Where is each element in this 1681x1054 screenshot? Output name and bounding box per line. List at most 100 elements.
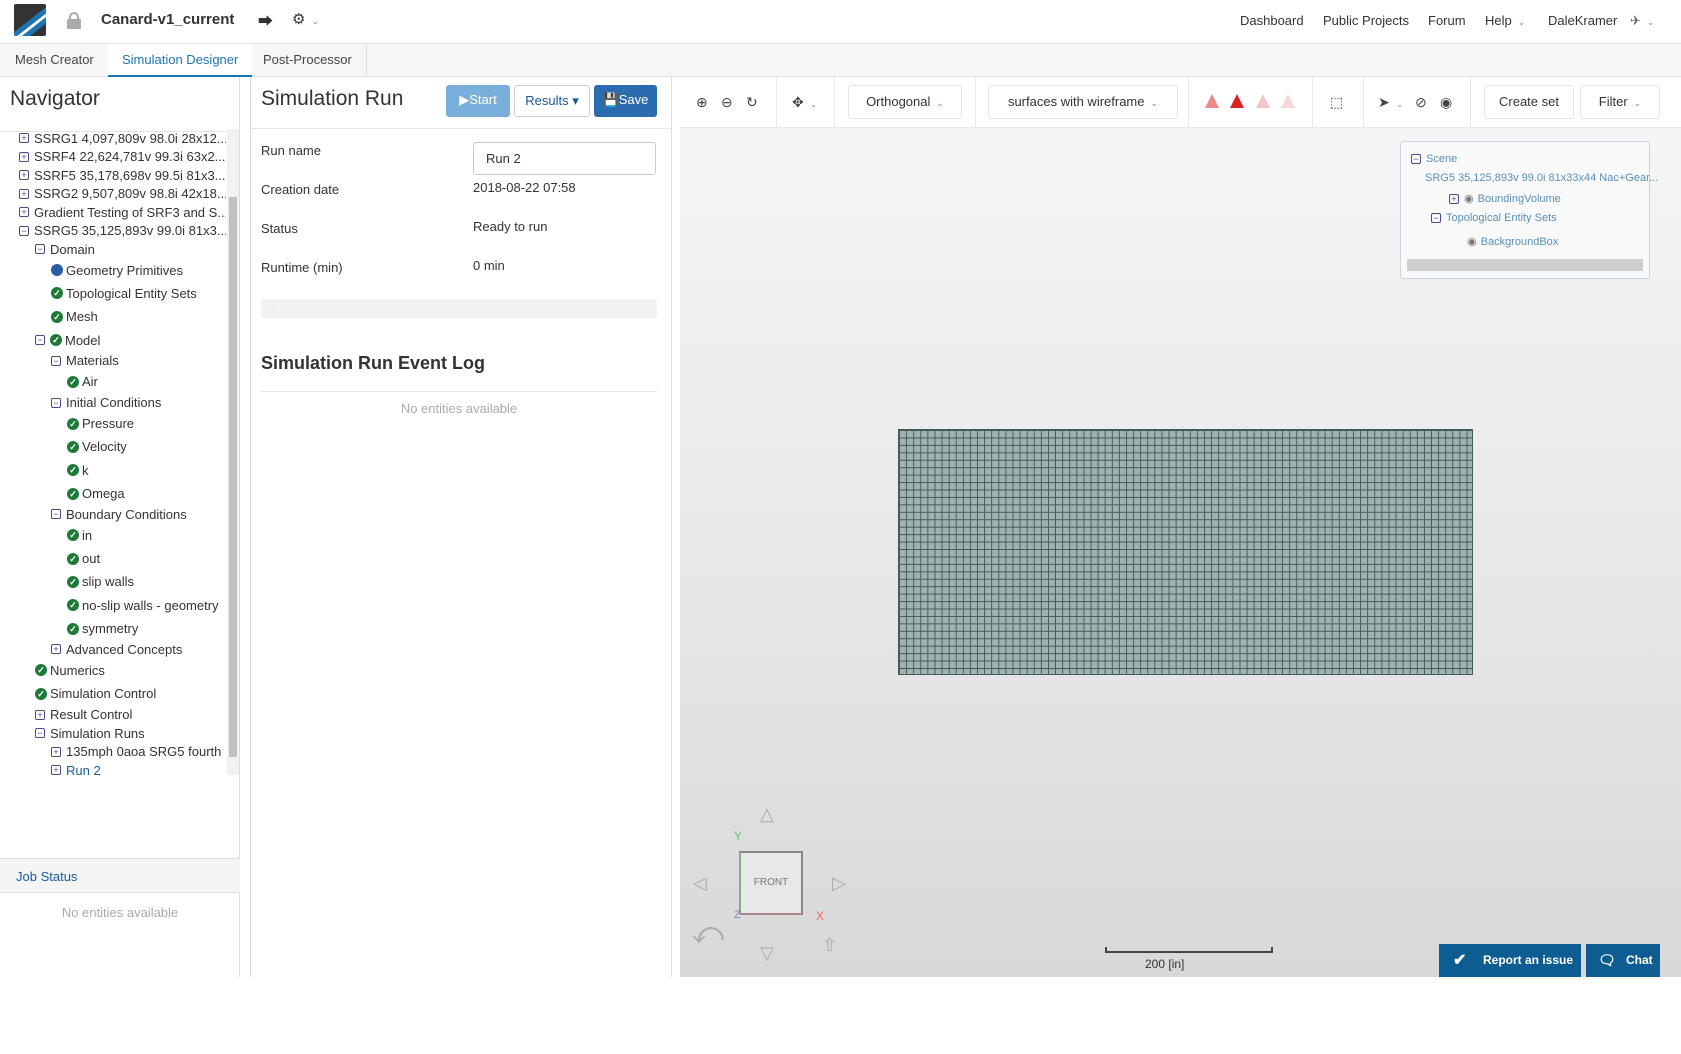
tree-item[interactable]: ✓ no-slip walls - geometry — [0, 594, 226, 617]
tree-scrollbar-thumb[interactable] — [229, 197, 237, 757]
expand-icon[interactable]: + — [19, 133, 29, 144]
box-select-icon[interactable]: ⬚ — [1330, 94, 1343, 111]
tree-item[interactable]: +135mph 0aoa SRG5 fourth — [0, 742, 226, 761]
reset-view-icon[interactable]: ↻ — [746, 94, 758, 111]
tab-simulation-designer[interactable]: Simulation Designer — [108, 44, 253, 77]
tree-item[interactable]: + SSRG2 9,507,809v 98.8i 42x18... — [0, 185, 226, 204]
app-logo[interactable] — [14, 4, 46, 36]
scene-bounding-volume[interactable]: + ◉ BoundingVolume — [1449, 192, 1561, 205]
collapse-icon[interactable]: − — [51, 355, 61, 366]
rotate-right-icon[interactable]: ▷ — [832, 873, 846, 894]
create-set-button[interactable]: Create set — [1484, 85, 1574, 119]
collapse-icon[interactable]: − — [51, 397, 61, 408]
rotate-left-icon[interactable]: ◁ — [693, 873, 707, 894]
expand-icon[interactable]: + — [19, 170, 29, 181]
scene-root[interactable]: − Scene — [1411, 153, 1457, 165]
home-view-icon[interactable]: ⇧ — [822, 935, 837, 956]
chat-button[interactable]: 🗨 Chat — [1586, 944, 1660, 977]
tree-item[interactable]: ✓ Mesh — [0, 305, 226, 328]
tree-item[interactable]: ✓ Simulation Control — [0, 682, 226, 705]
user-avatar-icon[interactable]: ✈ ⌄ — [1630, 13, 1654, 29]
tree-item[interactable]: ✓ k — [0, 459, 226, 482]
scene-horizontal-scrollbar[interactable] — [1407, 259, 1643, 271]
tree-item[interactable]: ✓ symmetry — [0, 617, 226, 640]
tree-item[interactable]: − Boundary Conditions — [0, 505, 226, 524]
scene-background-box[interactable]: ◉ BackgroundBox — [1467, 235, 1558, 249]
tree-item[interactable]: ✓ Topological Entity Sets — [0, 282, 226, 305]
expand-icon[interactable]: + — [19, 151, 29, 162]
collapse-icon[interactable]: − — [51, 509, 61, 520]
expand-icon[interactable]: + — [19, 207, 29, 218]
tree-item[interactable]: − Initial Conditions — [0, 393, 226, 412]
expand-icon[interactable]: + — [1449, 193, 1459, 204]
results-dropdown[interactable]: Results ▾ — [514, 85, 590, 117]
expand-icon[interactable]: + — [51, 765, 61, 775]
render-mode-dropdown[interactable]: surfaces with wireframe ⌄ — [988, 85, 1178, 119]
collapse-icon[interactable]: − — [35, 244, 45, 255]
view-cube[interactable]: FRONT — [739, 851, 803, 915]
3d-viewer[interactable]: ⊕ ⊖ ↻ ✥ ⌄ Orthogonal ⌄ surfaces with wiref… — [680, 77, 1681, 977]
rotate-down-icon[interactable]: ▽ — [760, 943, 774, 964]
rotate-around-icon[interactable]: ⤺ — [692, 917, 724, 951]
tab-post-processor[interactable]: Post-Processor — [249, 44, 367, 77]
zoom-out-icon[interactable]: ⊖ — [721, 94, 733, 111]
tree-item[interactable]: + SSRF4 22,624,781v 99.3i 63x2... — [0, 148, 226, 167]
show-points-icon[interactable] — [1281, 94, 1295, 108]
eye-icon[interactable]: ◉ — [1467, 235, 1477, 248]
tree-item[interactable]: ✓ Pressure — [0, 412, 226, 435]
tree-item[interactable]: ✓ Omega — [0, 482, 226, 505]
nav-user[interactable]: DaleKramer — [1548, 13, 1617, 28]
eye-icon[interactable]: ◉ — [1440, 94, 1452, 111]
start-button[interactable]: ▶Start — [446, 85, 510, 117]
rotate-up-icon[interactable]: △ — [760, 804, 774, 825]
tree-item[interactable]: + SSRF5 35,178,698v 99.5i 81x3... — [0, 166, 226, 185]
collapse-icon[interactable]: − — [35, 728, 45, 738]
pan-move-icon[interactable]: ✥ ⌄ — [792, 94, 817, 111]
tree-item[interactable]: ✓ slip walls — [0, 570, 226, 593]
expand-icon[interactable]: + — [19, 188, 29, 199]
collapse-icon[interactable]: − — [19, 225, 29, 236]
expand-icon[interactable]: + — [35, 709, 45, 720]
nav-forum[interactable]: Forum — [1428, 13, 1466, 28]
tree-item[interactable]: + Result Control — [0, 705, 226, 724]
tree-item[interactable]: − Simulation Runs — [0, 724, 226, 743]
tree-item[interactable]: − SSRG5 35,125,893v 99.0i 81x3... — [0, 222, 226, 241]
share-icon[interactable]: ⮕ — [258, 10, 273, 31]
tree-item[interactable]: + Run 2 — [0, 761, 226, 775]
scene-model[interactable]: SRG5 35,125,893v 99.0i 81x33x44 Nac+Gear… — [1425, 172, 1658, 184]
report-issue-button[interactable]: ✔ Report an issue — [1439, 944, 1581, 977]
cursor-select-icon[interactable]: ➤ ⌄ — [1378, 94, 1403, 111]
tree-item[interactable]: ✓ Air — [0, 370, 226, 393]
projection-dropdown[interactable]: Orthogonal ⌄ — [848, 85, 962, 119]
nav-help[interactable]: Help ⌄ — [1485, 13, 1525, 28]
scene-tes[interactable]: − Topological Entity Sets — [1431, 212, 1557, 224]
tree-item[interactable]: ✓ in — [0, 524, 226, 547]
gear-icon[interactable]: ⚙ ⌄ — [292, 10, 319, 28]
expand-icon[interactable]: + — [51, 644, 61, 655]
tree-item[interactable]: + SSRG1 4,097,809v 98.0i 28x12... — [0, 129, 226, 148]
collapse-icon[interactable]: − — [1431, 213, 1441, 223]
expand-icon[interactable]: + — [51, 746, 61, 757]
mesh-background-box[interactable] — [898, 429, 1473, 675]
tree-item[interactable]: − Domain — [0, 240, 226, 259]
hide-icon[interactable]: ⊘ — [1415, 94, 1427, 111]
tree-item[interactable]: + Gradient Testing of SRF3 and S... — [0, 203, 226, 222]
tree-item[interactable]: − ✓ Model — [0, 328, 226, 351]
tree-item[interactable]: ✓ Numerics — [0, 659, 226, 682]
tree-item[interactable]: ✓ Velocity — [0, 435, 226, 458]
eye-icon[interactable]: ◉ — [1464, 192, 1474, 205]
show-surfaces-wireframe-icon[interactable] — [1230, 94, 1244, 108]
zoom-in-icon[interactable]: ⊕ — [696, 94, 708, 111]
show-surfaces-icon[interactable] — [1205, 94, 1219, 108]
tree-item[interactable]: Geometry Primitives — [0, 259, 226, 282]
nav-dashboard[interactable]: Dashboard — [1240, 13, 1304, 28]
tree-item[interactable]: ✓ out — [0, 547, 226, 570]
show-wireframe-icon[interactable] — [1256, 94, 1270, 108]
run-name-input[interactable] — [473, 142, 656, 175]
filter-dropdown[interactable]: Filter ⌄ — [1580, 85, 1660, 119]
tree-item[interactable]: − Materials — [0, 352, 226, 371]
tab-mesh-creator[interactable]: Mesh Creator — [1, 44, 108, 77]
collapse-icon[interactable]: − — [1411, 154, 1421, 164]
nav-public-projects[interactable]: Public Projects — [1323, 13, 1409, 28]
tree-item[interactable]: + Advanced Concepts — [0, 640, 226, 659]
